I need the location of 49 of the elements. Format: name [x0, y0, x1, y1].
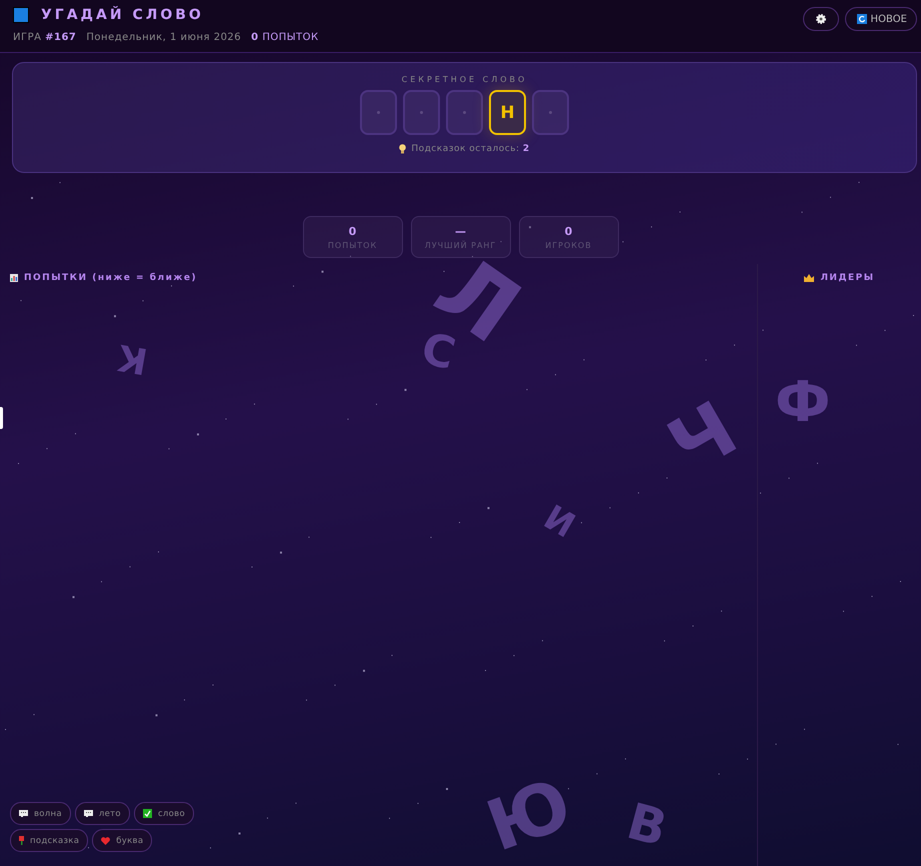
background-letter: В	[622, 796, 672, 854]
game-date: Понедельник, 1 июня 2026	[86, 32, 242, 43]
logo-icon	[13, 7, 29, 23]
background-letter: Ч	[657, 390, 748, 486]
hidden-letter-dot	[420, 111, 423, 114]
chip-label: лето	[98, 808, 121, 818]
settings-button[interactable]	[802, 7, 839, 31]
heart-icon	[101, 836, 110, 844]
attempts-count: 0 ПОПЫТОК	[251, 32, 319, 43]
new-game-button[interactable]: НОВОЕ	[844, 7, 917, 31]
leaders-title: ЛИДЕРЫ	[820, 273, 875, 283]
rose-icon	[19, 836, 24, 845]
stat-label: ЛУЧШИЙ РАНГ	[424, 240, 496, 250]
background-letter: К	[115, 338, 150, 378]
background-letter: И	[538, 500, 580, 544]
chip-label: волна	[34, 808, 62, 818]
app-title: УГАДАЙ СЛОВО	[41, 7, 204, 23]
stat-value: 0	[564, 224, 572, 238]
emoji-chip[interactable]: лето	[74, 802, 130, 825]
settings-icon	[816, 14, 826, 24]
emoji-chip[interactable]: слово	[134, 802, 194, 825]
emoji-chip[interactable]: волна	[10, 802, 71, 825]
hints-remaining: Подсказок осталось: 2	[411, 144, 530, 154]
lightbulb-icon	[399, 144, 406, 154]
background-letter: Ю	[478, 768, 580, 862]
letter-tile: Н	[489, 90, 526, 135]
emoji-chip[interactable]: буква	[92, 829, 152, 852]
stat-value: 0	[348, 224, 356, 238]
crown-icon	[804, 274, 814, 282]
side-handle[interactable]	[0, 407, 3, 429]
refresh-icon	[856, 14, 867, 24]
hidden-letter-dot	[549, 111, 552, 114]
background-letter: Ф	[775, 375, 831, 431]
stat-label: ИГРОКОВ	[545, 240, 592, 250]
speech-bubble-icon	[19, 810, 28, 817]
bar-chart-icon	[10, 274, 18, 282]
chip-label: слово	[158, 808, 185, 818]
speech-bubble-icon	[84, 810, 93, 817]
attempts-title: ПОПЫТКИ (ниже = ближе)	[24, 273, 198, 283]
chip-label: буква	[116, 836, 144, 846]
hidden-letter-dot	[463, 111, 466, 114]
chip-label: подсказка	[30, 836, 80, 846]
game-label: ИГРА #167	[13, 32, 76, 43]
stat-label: ПОПЫТОК	[328, 240, 378, 250]
checkmark-icon	[142, 809, 152, 818]
hidden-letter-dot	[377, 111, 380, 114]
secret-word-label: СЕКРЕТНОЕ СЛОВО	[402, 75, 528, 84]
emoji-chip[interactable]: подсказка	[10, 829, 88, 852]
stat-value: —	[455, 224, 466, 238]
